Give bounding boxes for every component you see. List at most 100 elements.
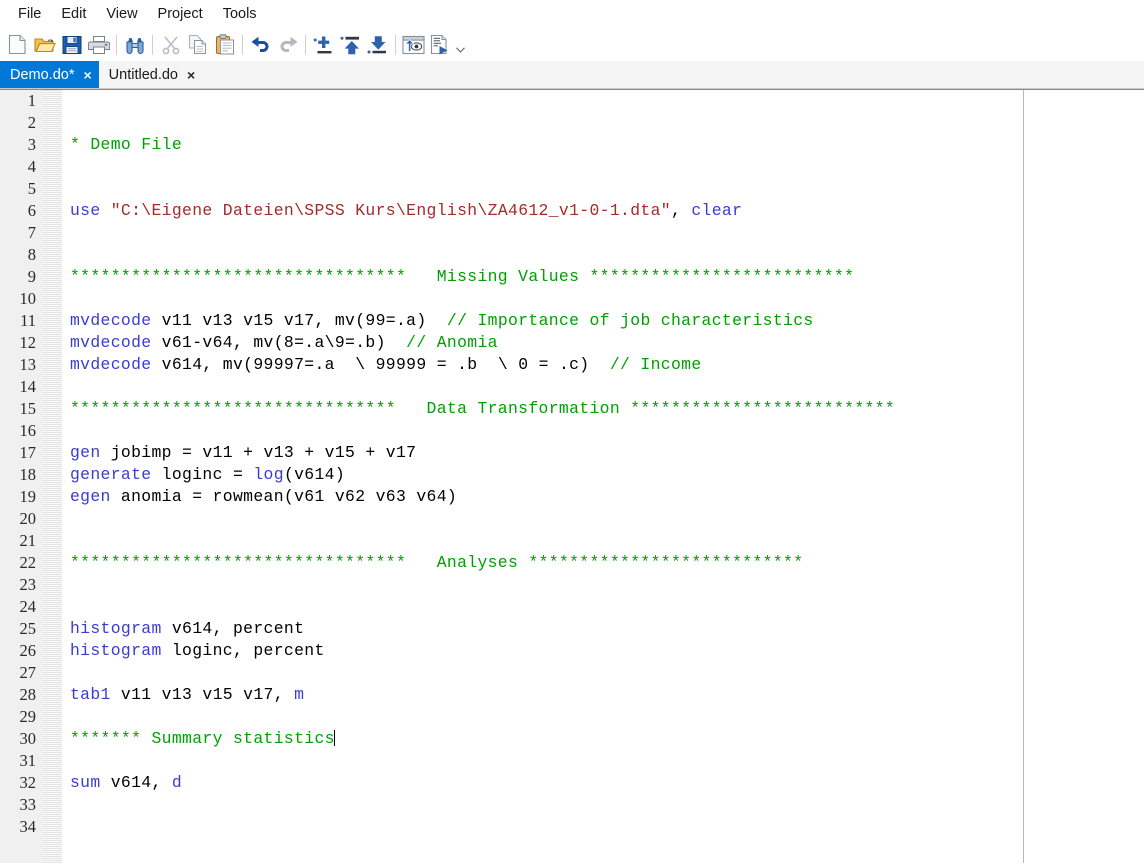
code-line-text[interactable] — [62, 288, 70, 310]
code-line[interactable]: 19 egen anomia = rowmean(v61 v62 v63 v64) — [0, 486, 1144, 508]
code-line[interactable]: 10 — [0, 288, 1144, 310]
editor-tab[interactable]: Untitled.do × — [98, 61, 203, 88]
close-icon[interactable]: × — [187, 68, 195, 82]
code-line-text[interactable] — [62, 244, 70, 266]
open-folder-icon[interactable] — [31, 31, 58, 58]
paste-clipboard-icon[interactable] — [211, 31, 238, 58]
code-line[interactable]: 6 use "C:\Eigene Dateien\SPSS Kurs\Englis… — [0, 200, 1144, 222]
code-line-text[interactable]: mvdecode v61-v64, mv(8=.a\9=.b) // Anomi… — [62, 332, 498, 354]
code-line[interactable]: 8 — [0, 244, 1144, 266]
insert-line-icon[interactable] — [310, 31, 337, 58]
save-floppy-icon[interactable] — [58, 31, 85, 58]
code-line-text[interactable] — [62, 508, 70, 530]
code-line-text[interactable] — [62, 90, 70, 112]
code-token-com: * Demo File — [70, 135, 183, 154]
code-line[interactable]: 27 — [0, 662, 1144, 684]
code-line-text[interactable]: ******************************** Data Tr… — [62, 398, 895, 420]
cut-scissors-icon[interactable] — [157, 31, 184, 58]
menu-bar: File Edit View Project Tools — [0, 0, 1144, 28]
code-line-text[interactable] — [62, 794, 70, 816]
code-line[interactable]: 12 mvdecode v61-v64, mv(8=.a\9=.b) // Ano… — [0, 332, 1144, 354]
up-arrow-icon[interactable] — [337, 31, 364, 58]
code-line[interactable]: 17 gen jobimp = v11 + v13 + v15 + v17 — [0, 442, 1144, 464]
code-line-text[interactable] — [62, 420, 70, 442]
code-line-text[interactable] — [62, 112, 70, 134]
code-line[interactable]: 14 — [0, 376, 1144, 398]
code-line-text[interactable] — [62, 662, 70, 684]
new-file-icon[interactable] — [4, 31, 31, 58]
menu-file[interactable]: File — [8, 3, 51, 25]
code-line-text[interactable]: egen anomia = rowmean(v61 v62 v63 v64) — [62, 486, 457, 508]
code-line-text[interactable] — [62, 376, 70, 398]
code-line[interactable]: 23 — [0, 574, 1144, 596]
code-line[interactable]: 7 — [0, 222, 1144, 244]
code-line[interactable]: 22 ********************************* Anal… — [0, 552, 1144, 574]
code-line-text[interactable]: mvdecode v11 v13 v15 v17, mv(99=.a) // I… — [62, 310, 814, 332]
code-line[interactable]: 24 — [0, 596, 1144, 618]
code-line-text[interactable]: gen jobimp = v11 + v13 + v15 + v17 — [62, 442, 416, 464]
code-line[interactable]: 11 mvdecode v11 v13 v15 v17, mv(99=.a) //… — [0, 310, 1144, 332]
code-line-text[interactable]: histogram loginc, percent — [62, 640, 325, 662]
code-line[interactable]: 1 — [0, 90, 1144, 112]
code-line[interactable]: 4 — [0, 156, 1144, 178]
code-line-text[interactable]: mvdecode v614, mv(99997=.a \ 99999 = .b … — [62, 354, 702, 376]
copy-icon[interactable] — [184, 31, 211, 58]
code-line-text[interactable]: use "C:\Eigene Dateien\SPSS Kurs\English… — [62, 200, 742, 222]
editor-tab[interactable]: Demo.do* × — [0, 61, 99, 88]
code-line[interactable]: 5 — [0, 178, 1144, 200]
code-line-text[interactable] — [62, 222, 70, 244]
code-line[interactable]: 25 histogram v614, percent — [0, 618, 1144, 640]
code-line-text[interactable] — [62, 530, 70, 552]
code-line-text[interactable]: * Demo File — [62, 134, 182, 156]
toolbar-overflow-chevron-icon[interactable] — [454, 31, 466, 58]
code-line-text[interactable] — [62, 706, 70, 728]
code-line[interactable]: 3 * Demo File — [0, 134, 1144, 156]
redo-arrow-icon[interactable] — [274, 31, 301, 58]
print-icon[interactable] — [85, 31, 112, 58]
code-line-text[interactable] — [62, 156, 70, 178]
code-line[interactable]: 33 — [0, 794, 1144, 816]
code-line-text[interactable]: ********************************* Analys… — [62, 552, 803, 574]
preview-window-icon[interactable] — [400, 31, 427, 58]
code-line-text[interactable]: ******* Summary statistics — [62, 728, 335, 750]
code-line-text[interactable]: histogram v614, percent — [62, 618, 304, 640]
code-lines-container[interactable]: 1 2 3 * Demo File 4 5 6 use "C:\Eigene Dateien\… — [0, 90, 1144, 863]
execute-do-icon[interactable] — [427, 31, 454, 58]
close-icon[interactable]: × — [83, 68, 91, 82]
code-line[interactable]: 9 ********************************* Missi… — [0, 266, 1144, 288]
code-line-text[interactable] — [62, 574, 70, 596]
menu-edit[interactable]: Edit — [51, 3, 96, 25]
code-line-text[interactable]: ********************************* Missin… — [62, 266, 854, 288]
code-line-text[interactable]: tab1 v11 v13 v15 v17, m — [62, 684, 304, 706]
code-line[interactable]: 16 — [0, 420, 1144, 442]
code-line[interactable]: 2 — [0, 112, 1144, 134]
find-binoculars-icon[interactable] — [121, 31, 148, 58]
code-line[interactable]: 18 generate loginc = log(v614) — [0, 464, 1144, 486]
code-line-text[interactable]: sum v614, d — [62, 772, 182, 794]
code-line[interactable]: 30 ******* Summary statistics — [0, 728, 1144, 750]
code-line[interactable]: 15 ******************************** Data … — [0, 398, 1144, 420]
undo-arrow-icon[interactable] — [247, 31, 274, 58]
menu-project[interactable]: Project — [148, 3, 213, 25]
code-line-text[interactable] — [62, 178, 70, 200]
code-line[interactable]: 21 — [0, 530, 1144, 552]
code-line[interactable]: 28 tab1 v11 v13 v15 v17, m — [0, 684, 1144, 706]
menu-tools[interactable]: Tools — [213, 3, 267, 25]
code-line[interactable]: 13 mvdecode v614, mv(99997=.a \ 99999 = .… — [0, 354, 1144, 376]
menu-view[interactable]: View — [96, 3, 147, 25]
code-line-text[interactable] — [62, 816, 70, 838]
code-line-text[interactable] — [62, 750, 70, 772]
code-line[interactable]: 31 — [0, 750, 1144, 772]
code-line[interactable]: 29 — [0, 706, 1144, 728]
down-arrow-icon[interactable] — [364, 31, 391, 58]
editor-tab-label: Demo.do* — [10, 66, 75, 83]
code-editor[interactable]: 1 2 3 * Demo File 4 5 6 use "C:\Eigene Dateien\… — [0, 89, 1144, 863]
code-line[interactable]: 26 histogram loginc, percent — [0, 640, 1144, 662]
code-line[interactable]: 20 — [0, 508, 1144, 530]
code-line[interactable]: 32 sum v614, d — [0, 772, 1144, 794]
code-line-text[interactable] — [62, 596, 70, 618]
code-line-text[interactable]: generate loginc = log(v614) — [62, 464, 345, 486]
code-line[interactable]: 34 — [0, 816, 1144, 838]
